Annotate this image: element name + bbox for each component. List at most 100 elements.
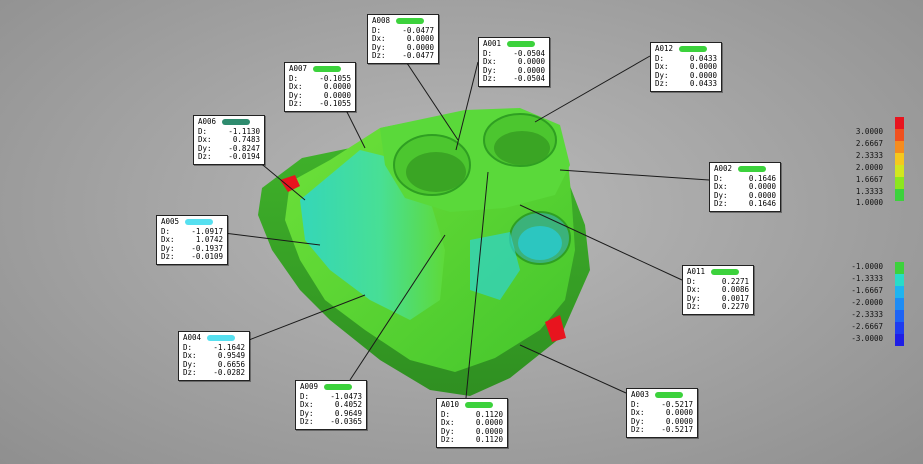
- row-label: Dz:: [161, 252, 175, 262]
- row-label: Dz:: [687, 302, 701, 312]
- leader-line: [465, 171, 489, 399]
- leader-line: [235, 294, 366, 346]
- annotation-id: A005: [161, 217, 180, 226]
- annotation-card[interactable]: A007 D: -0.1055 Dx: 0.0000 Dy: 0.0000 Dz: -0…: [284, 62, 356, 112]
- row-value: 0.0433: [689, 79, 717, 89]
- row-value: -0.0282: [213, 368, 245, 378]
- annotation-id: A012: [655, 44, 674, 53]
- annotation-card[interactable]: A009 D: -1.0473 Dx: 0.4052 Dy: 0.9649 Dz: -0…: [295, 380, 367, 430]
- annotation-color-tag: [185, 219, 214, 226]
- legend-swatch: [895, 298, 904, 310]
- row-label: Dz:: [198, 152, 212, 162]
- legend-swatch: [895, 286, 904, 298]
- legend-label: 2.6667: [855, 139, 883, 148]
- legend-label: -2.3333: [851, 310, 883, 319]
- legend-swatch: [895, 322, 904, 334]
- legend-label: -3.0000: [851, 334, 883, 343]
- annotation-card[interactable]: A005 D: -1.0917 Dx: 1.0742 Dy: -0.1937 Dz: -…: [156, 215, 228, 265]
- annotation-card[interactable]: A010 D: 0.1120 Dx: 0.0000 Dy: 0.0000 Dz: 0.1…: [436, 398, 508, 448]
- legend-swatch: [895, 262, 904, 274]
- legend-label: -2.0000: [851, 298, 883, 307]
- legend-label: 3.0000: [855, 127, 883, 136]
- annotation-card[interactable]: A012 D: 0.0433 Dx: 0.0000 Dy: 0.0000 Dz: 0.0…: [650, 42, 722, 92]
- annotation-color-tag: [313, 66, 342, 73]
- annotation-card[interactable]: A008 D: -0.0477 Dx: 0.0000 Dy: 0.0000 Dz: -0…: [367, 14, 439, 64]
- row-label: Dz:: [714, 199, 728, 209]
- annotation-color-tag: [711, 269, 740, 276]
- legend-swatch: [895, 177, 904, 189]
- leader-line: [534, 55, 651, 123]
- annotation-id: A007: [289, 64, 308, 73]
- annotation-card[interactable]: A003 D: -0.5217 Dx: 0.0000 Dy: 0.0000 Dz: -0…: [626, 388, 698, 438]
- legend-label: -2.6667: [851, 322, 883, 331]
- annotation-id: A003: [631, 390, 650, 399]
- legend-swatch: [895, 153, 904, 165]
- annotation-id: A001: [483, 39, 502, 48]
- annotation-id: A010: [441, 400, 460, 409]
- legend-label: 1.6667: [855, 175, 883, 184]
- annotation-id: A002: [714, 164, 733, 173]
- annotation-id: A006: [198, 117, 217, 126]
- legend-swatch: [895, 141, 904, 153]
- row-label: Dz:: [441, 435, 455, 445]
- leader-line: [519, 344, 627, 394]
- deviation-color-scale: 3.0000 2.6667 2.3333 2.0000 1.6667 1.333…: [851, 117, 904, 350]
- annotation-id: A009: [300, 382, 319, 391]
- annotation-color-tag: [207, 335, 236, 342]
- leader-line: [519, 204, 683, 281]
- row-value: -0.0477: [402, 51, 434, 61]
- annotation-card[interactable]: A004 D: -1.1642 Dx: 0.9549 Dy: 0.6656 Dz: -0…: [178, 331, 250, 381]
- row-label: Dz:: [372, 51, 386, 61]
- row-value: -0.0365: [330, 417, 362, 427]
- row-label: Dz:: [631, 425, 645, 435]
- legend-label: 1.3333: [855, 187, 883, 196]
- legend-swatch: [895, 274, 904, 286]
- legend-label: -1.6667: [851, 286, 883, 295]
- legend-swatch: [895, 310, 904, 322]
- legend-label: -1.0000: [851, 262, 883, 271]
- legend-swatch: [895, 189, 904, 201]
- legend-swatch: [895, 129, 904, 141]
- annotation-color-tag: [655, 392, 684, 399]
- row-label: Dz:: [483, 74, 497, 84]
- annotation-id: A004: [183, 333, 202, 342]
- annotation-color-tag: [738, 166, 767, 173]
- row-value: -0.0194: [228, 152, 260, 162]
- row-value: -0.5217: [661, 425, 693, 435]
- row-value: -0.1055: [319, 99, 351, 109]
- legend-swatch: [895, 334, 904, 346]
- annotation-card[interactable]: A002 D: 0.1646 Dx: 0.0000 Dy: 0.0000 Dz: 0.1…: [709, 162, 781, 212]
- annotation-card[interactable]: A011 D: 0.2271 Dx: 0.0086 Dy: 0.0017 Dz: 0.2…: [682, 265, 754, 315]
- 3d-viewport[interactable]: A008 D: -0.0477 Dx: 0.0000 Dy: 0.0000 Dz: -0…: [0, 0, 923, 464]
- annotation-id: A011: [687, 267, 706, 276]
- annotation-color-tag: [396, 18, 425, 25]
- legend-label: 2.0000: [855, 163, 883, 172]
- legend-swatch: [895, 165, 904, 177]
- leader-line: [215, 231, 321, 246]
- row-value: 0.1120: [475, 435, 503, 445]
- legend-label: -1.3333: [851, 274, 883, 283]
- row-label: Dz:: [300, 417, 314, 427]
- annotation-color-tag: [679, 46, 708, 53]
- annotation-color-tag: [324, 384, 353, 391]
- annotation-color-tag: [222, 119, 251, 126]
- row-value: 0.2270: [721, 302, 749, 312]
- row-label: Dz:: [183, 368, 197, 378]
- row-value: -0.0109: [191, 252, 223, 262]
- leader-line: [559, 169, 710, 181]
- row-value: -0.0504: [513, 74, 545, 84]
- row-label: Dz:: [655, 79, 669, 89]
- row-label: Dz:: [289, 99, 303, 109]
- row-value: 0.1646: [748, 199, 776, 209]
- annotation-color-tag: [465, 402, 494, 409]
- legend-label: 2.3333: [855, 151, 883, 160]
- annotation-card[interactable]: A006 D: -1.1130 Dx: 0.7483 Dy: -0.8247 Dz: -…: [193, 115, 265, 165]
- legend-label: 1.0000: [855, 198, 883, 207]
- leader-lines: [215, 47, 710, 399]
- annotation-color-tag: [507, 41, 536, 48]
- legend-swatch: [895, 117, 904, 129]
- annotation-id: A008: [372, 16, 391, 25]
- leader-line: [349, 234, 446, 381]
- annotation-card[interactable]: A001 D: -0.0504 Dx: 0.0000 Dy: 0.0000 Dz: -0…: [478, 37, 550, 87]
- leader-line: [455, 61, 479, 151]
